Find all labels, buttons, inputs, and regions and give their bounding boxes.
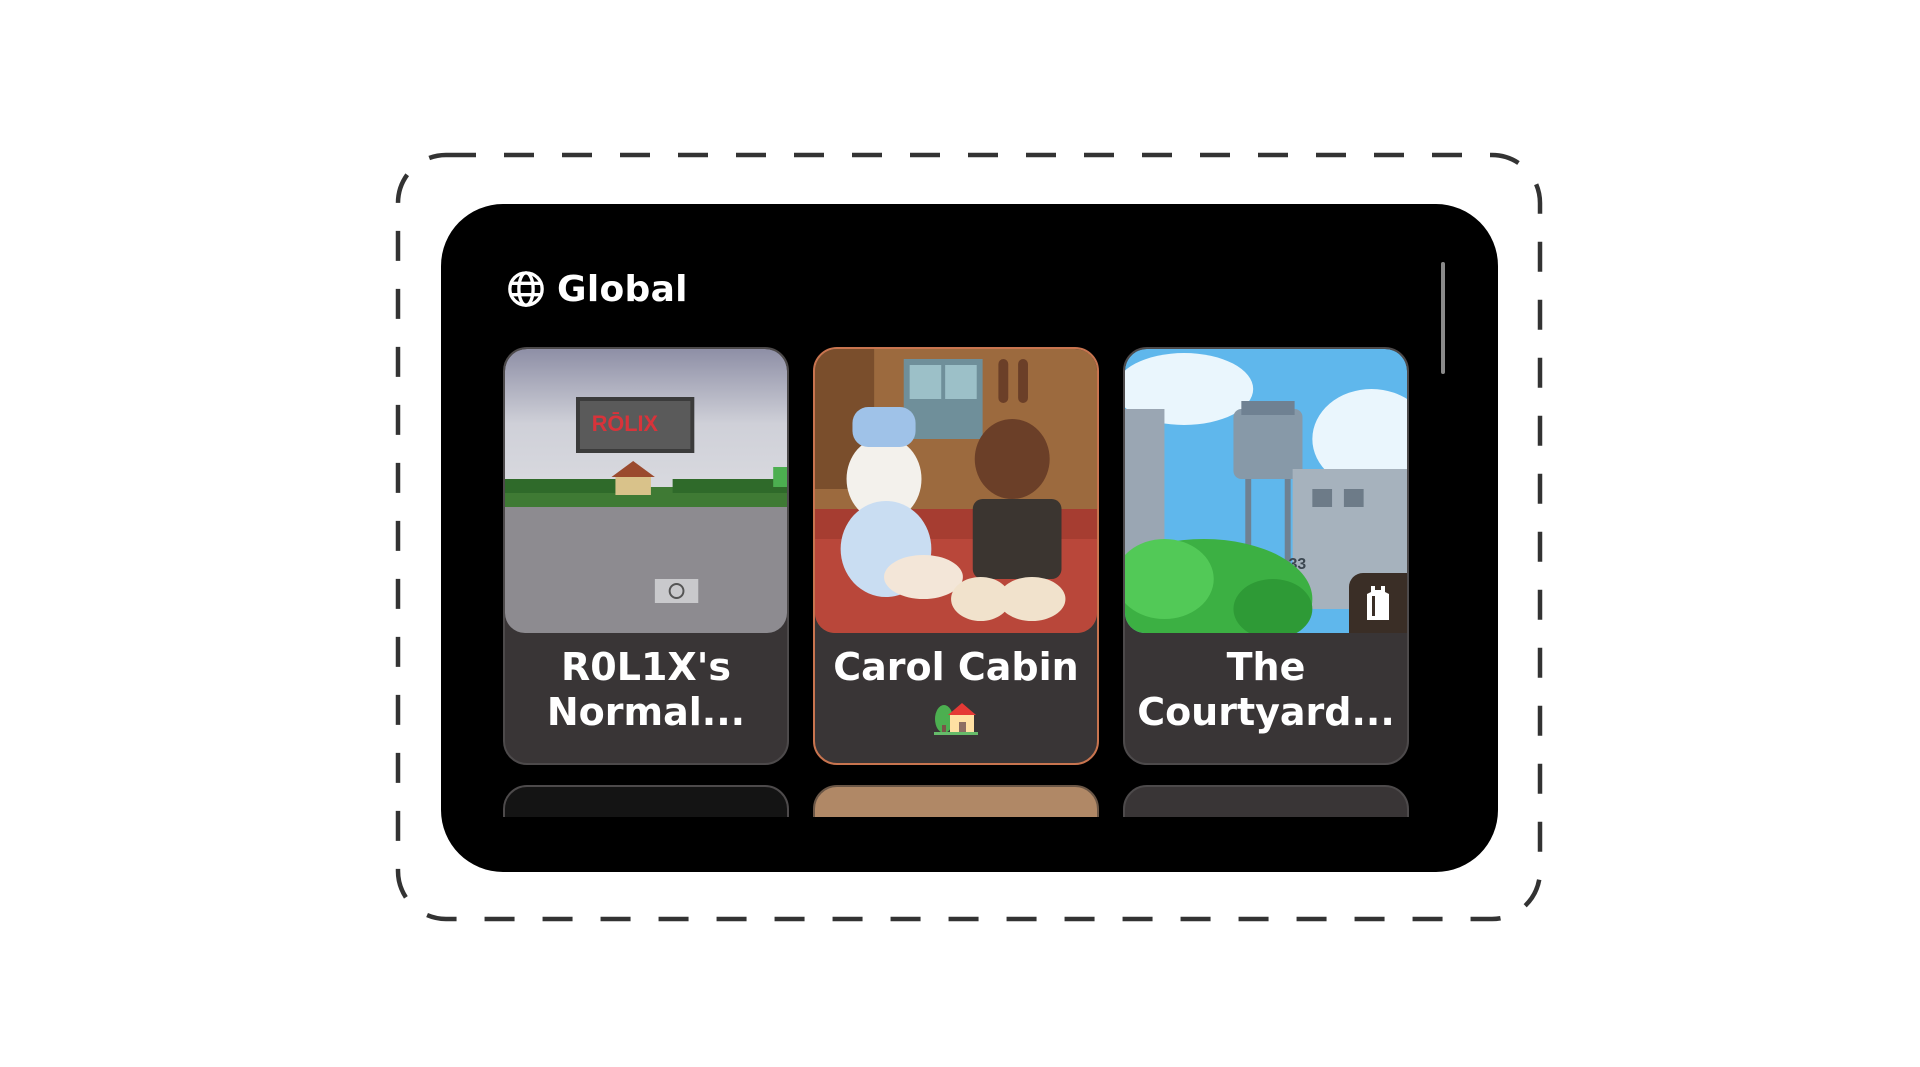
experience-card[interactable]: 33 The Courtyard... xyxy=(1123,347,1409,765)
experience-title: The Courtyard... xyxy=(1137,645,1395,734)
shirt-icon xyxy=(1367,586,1389,620)
experience-card-partial[interactable] xyxy=(503,785,789,817)
section-title: Global xyxy=(557,268,688,310)
avatar-item-badge xyxy=(1349,573,1407,633)
experience-thumbnail xyxy=(815,349,1097,633)
global-widget-panel: Global RŌLIX R0L1X's Normal... Carol Cab… xyxy=(441,204,1498,872)
svg-text:RŌLIX: RŌLIX xyxy=(592,411,659,436)
house-with-garden-emoji xyxy=(934,695,978,735)
experience-card-partial[interactable] xyxy=(1123,785,1409,817)
scrollbar[interactable] xyxy=(1441,262,1445,374)
experience-card[interactable]: RŌLIX R0L1X's Normal... xyxy=(503,347,789,765)
experience-thumbnail: RŌLIX xyxy=(505,349,787,633)
experience-grid: RŌLIX R0L1X's Normal... Carol Cabin 33 T… xyxy=(503,347,1413,817)
section-header[interactable]: Global xyxy=(507,264,688,314)
experience-title: Carol Cabin xyxy=(825,645,1087,735)
experience-title: R0L1X's Normal... xyxy=(546,645,746,734)
experience-card[interactable]: Carol Cabin xyxy=(813,347,1099,765)
experience-card-partial[interactable] xyxy=(813,785,1099,817)
globe-icon xyxy=(508,271,544,307)
